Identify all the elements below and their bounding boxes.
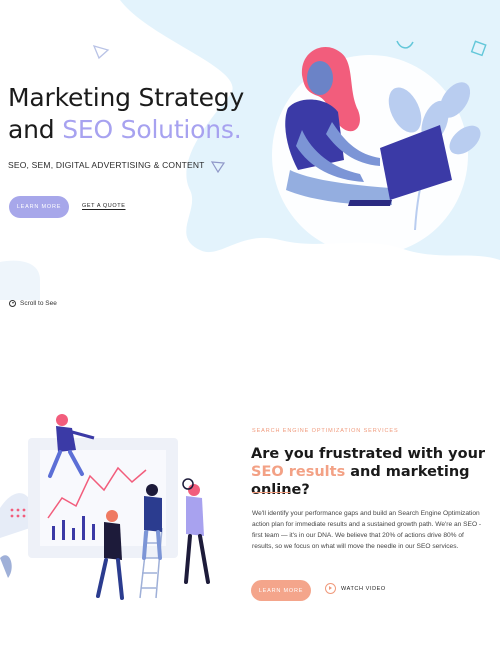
learn-more-button-secondary[interactable]: LEARN MORE xyxy=(251,580,311,601)
get-quote-link[interactable]: GET A QUOTE xyxy=(82,203,125,209)
divider xyxy=(252,492,290,493)
learn-more-button[interactable]: LEARN MORE xyxy=(9,196,69,218)
watch-video-label: WATCH VIDEO xyxy=(341,585,386,592)
triangle-decoration-icon xyxy=(210,161,226,174)
section-eyebrow: SEARCH ENGINE OPTIMIZATION SERVICES xyxy=(252,428,399,434)
hero-title: Marketing Strategy and SEO Solutions. xyxy=(8,82,244,146)
triangle-decoration-icon xyxy=(92,45,110,60)
scroll-to-see[interactable]: Scroll to See xyxy=(9,300,57,307)
section-heading: Are you frustrated with your SEO results… xyxy=(251,445,486,499)
hero-illustration xyxy=(272,46,481,255)
scroll-label: Scroll to See xyxy=(20,300,57,307)
hero-title-line2-prefix: and xyxy=(8,115,63,144)
hero-title-line1: Marketing Strategy xyxy=(8,83,245,112)
section-body: We'll identify your performance gaps and… xyxy=(252,510,482,550)
play-circle-icon xyxy=(325,583,336,594)
watch-video-link[interactable]: WATCH VIDEO xyxy=(325,583,386,594)
arrow-down-circle-icon xyxy=(9,300,16,307)
hero-title-accent: SEO Solutions. xyxy=(62,115,242,144)
heading-accent: SEO results xyxy=(251,464,346,480)
team-illustration xyxy=(0,414,210,600)
heading-part1: Are you frustrated with your xyxy=(251,446,486,462)
hero-subtitle: SEO, SEM, DIGITAL ADVERTISING & CONTENT xyxy=(8,160,205,170)
